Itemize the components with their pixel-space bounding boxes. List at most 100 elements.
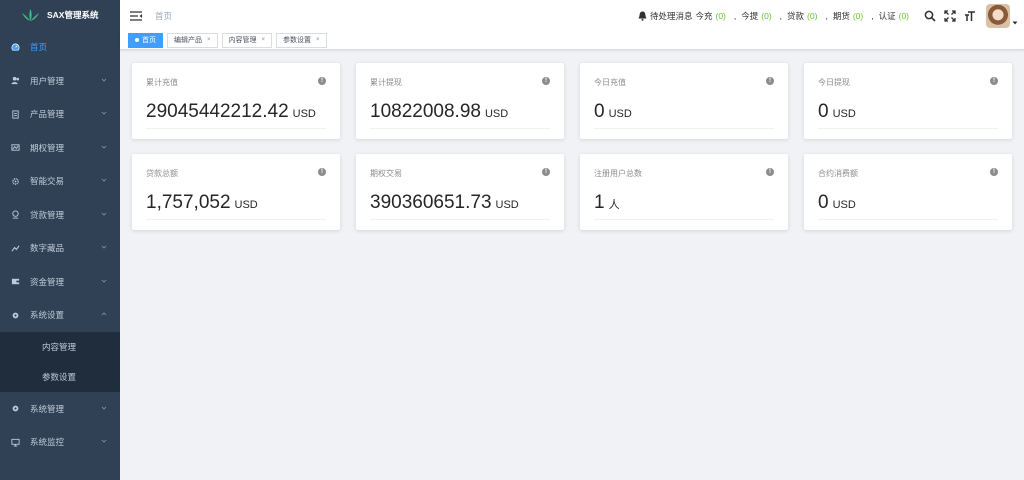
chart-icon [11, 143, 20, 152]
divider [370, 219, 550, 220]
stat-card-total-recharge: 累计充值 ! 29045442212.42 USD [132, 63, 340, 139]
card-value-wrap: 1人 [594, 192, 620, 214]
divider [594, 219, 774, 220]
info-icon[interactable]: ! [766, 168, 774, 176]
stat-card-today-recharge: 今日充值 ! 0 USD [580, 63, 788, 139]
counter-label-withdraw[interactable]: 今提 [741, 10, 758, 22]
card-value-wrap: 29045442212.42 USD [146, 101, 316, 123]
info-icon[interactable]: ! [318, 168, 326, 176]
close-icon[interactable]: × [316, 37, 320, 43]
font-size-icon[interactable] [964, 10, 976, 22]
sidebar-item-options[interactable]: 期权管理 [0, 131, 120, 165]
counter-value-futures: (0) [852, 10, 864, 21]
fullscreen-icon[interactable] [944, 9, 956, 22]
card-title: 累计提现 [370, 78, 402, 87]
sidebar-item-loans[interactable]: 贷款管理 [0, 198, 120, 232]
stat-card-options-trade: 期权交易 ! 390360651.73 USD [356, 154, 564, 230]
card-unit: USD [832, 108, 856, 120]
dashboard-icon [11, 43, 20, 52]
sidebar-item-label: 数字藏品 [30, 243, 65, 254]
document-icon [11, 110, 20, 119]
card-unit: USD [234, 199, 258, 211]
hamburger-icon[interactable] [130, 10, 142, 21]
info-icon[interactable]: ! [542, 77, 550, 85]
card-unit: USD [832, 199, 856, 211]
sidebar-item-system-settings[interactable]: 系统设置 [0, 299, 120, 333]
card-unit: USD [495, 199, 519, 211]
counter-label-loan[interactable]: 贷款 [787, 10, 804, 22]
tag-label: 首页 [142, 37, 156, 44]
info-icon[interactable]: ! [318, 77, 326, 85]
search-icon[interactable] [924, 10, 936, 22]
sidebar-item-users[interactable]: 用户管理 [0, 64, 120, 98]
card-value-wrap: 0 USD [818, 101, 856, 123]
bell-icon [638, 11, 647, 21]
chevron-down-icon [101, 145, 107, 149]
sidebar-item-label: 产品管理 [30, 109, 65, 120]
separator: , [779, 10, 783, 21]
sidebar-subitem-params[interactable]: 参数设置 [0, 362, 120, 392]
info-icon[interactable]: ! [766, 77, 774, 85]
separator: , [825, 10, 828, 21]
counter-label-verify[interactable]: 认证 [879, 10, 896, 22]
sidebar-subitem-label: 内容管理 [42, 342, 77, 352]
close-icon[interactable]: × [207, 37, 211, 43]
tags-view: 首页 编辑产品 × 内容管理 × 参数设置 × [120, 31, 1024, 50]
chevron-down-icon [101, 245, 107, 249]
sidebar-item-system-admin[interactable]: 系统管理 [0, 392, 120, 426]
card-title: 贷款总额 [146, 169, 178, 178]
card-value: 0 [594, 101, 605, 122]
stat-card-today-withdraw: 今日提现 ! 0 USD [804, 63, 1012, 139]
card-value-wrap: 0 USD [818, 192, 856, 214]
divider [146, 219, 326, 220]
sidebar-item-label: 用户管理 [30, 75, 65, 86]
counter-label-recharge[interactable]: 今充 [695, 10, 712, 22]
separator: , [733, 10, 737, 21]
card-title: 累计充值 [146, 78, 178, 87]
sidebar-item-collectibles[interactable]: 数字藏品 [0, 232, 120, 266]
chevron-down-icon [101, 111, 107, 115]
navbar: 首页 待处理消息 今充 (0) , 今提 (0) , 贷款 (0) , 期货 (… [120, 0, 1024, 31]
sidebar-item-smart-trade[interactable]: 智能交易 [0, 165, 120, 199]
chevron-down-icon [101, 439, 107, 443]
sidebar-item-monitor[interactable]: 系统监控 [0, 426, 120, 460]
avatar[interactable] [986, 3, 1010, 28]
logo-icon [22, 9, 39, 21]
card-title: 合约消费额 [818, 169, 858, 178]
tag-content[interactable]: 内容管理 × [221, 32, 273, 48]
sidebar-item-label: 系统设置 [30, 310, 65, 321]
counter-label-futures[interactable]: 期货 [833, 10, 850, 22]
sidebar-item-products[interactable]: 产品管理 [0, 98, 120, 132]
close-icon[interactable]: × [262, 37, 266, 43]
chevron-down-icon [101, 212, 107, 216]
sidebar-item-label: 系统监控 [30, 437, 65, 448]
info-icon[interactable]: ! [542, 168, 550, 176]
sidebar-subitem-content[interactable]: 内容管理 [0, 332, 120, 362]
counter-value-recharge: (0) [715, 10, 726, 21]
wallet-icon [11, 277, 20, 286]
chevron-up-icon [101, 312, 107, 316]
tag-label: 内容管理 [228, 37, 257, 44]
card-value: 0 [818, 192, 829, 213]
users-icon [11, 76, 20, 85]
sidebar-item-home[interactable]: 首页 [0, 30, 120, 64]
card-value: 390360651.73 [370, 192, 492, 213]
tag-home[interactable]: 首页 [128, 32, 163, 48]
notice-label: 待处理消息 [649, 10, 693, 21]
nav-right: 待处理消息 今充 (0) , 今提 (0) , 贷款 (0) , 期货 (0) … [638, 0, 1024, 31]
sidebar-item-funds[interactable]: 资金管理 [0, 265, 120, 299]
gear-icon [11, 177, 20, 186]
stat-card-registered-users: 注册用户总数 ! 1人 [580, 154, 788, 230]
info-icon[interactable]: ! [990, 77, 998, 85]
caret-down-icon[interactable] [1012, 20, 1018, 26]
divider [146, 128, 326, 129]
sidebar-item-label: 贷款管理 [30, 209, 65, 220]
loan-icon [11, 210, 20, 219]
settings-icon [11, 311, 20, 320]
card-unit: 人 [608, 199, 620, 211]
logo[interactable]: SAX管理系统 [0, 0, 120, 30]
tag-edit-product[interactable]: 编辑产品 × [167, 32, 218, 48]
card-value: 1,757,052 [146, 192, 231, 213]
info-icon[interactable]: ! [990, 168, 998, 176]
tag-params[interactable]: 参数设置 × [276, 32, 327, 48]
